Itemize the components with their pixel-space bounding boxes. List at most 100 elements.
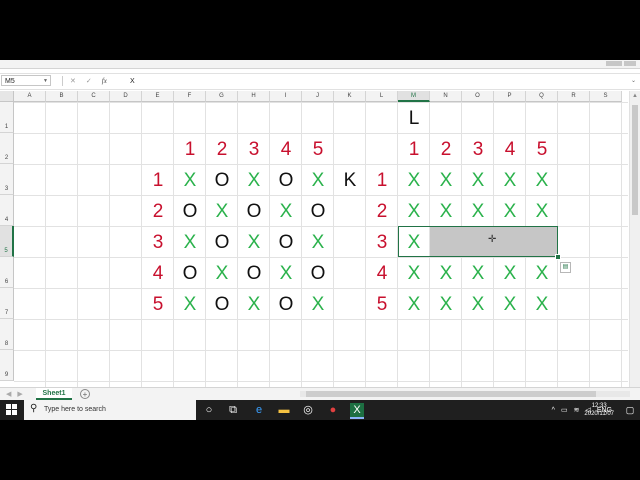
column-header[interactable]: G [206, 91, 238, 102]
left-table-cell[interactable]: X [174, 288, 206, 319]
column-header[interactable]: K [334, 91, 366, 102]
right-table-cell[interactable]: X [526, 195, 558, 226]
task-view-icon[interactable]: ⧉ [226, 403, 240, 417]
ribbon-option-icon[interactable] [606, 61, 622, 66]
left-table-cell[interactable]: O [302, 195, 334, 226]
cells-area[interactable]: XXXXXXXXXXXXXXXXXXXXXXXXX5432154321LKXOX… [14, 102, 628, 412]
right-table-cell[interactable]: X [398, 195, 430, 226]
left-table-cell[interactable]: X [302, 226, 334, 257]
left-table-cell[interactable]: X [238, 164, 270, 195]
right-table-cell[interactable]: X [526, 257, 558, 288]
left-header-cell[interactable]: 1 [174, 133, 206, 164]
right-row-label[interactable]: 5 [366, 288, 398, 319]
right-title-cell[interactable]: L [398, 102, 430, 133]
expand-formula-icon[interactable]: ⌄ [631, 76, 636, 87]
right-header-cell[interactable]: 1 [398, 133, 430, 164]
name-box[interactable]: M5 ▼ [1, 75, 51, 86]
notification-icon[interactable]: ▢ [624, 404, 636, 416]
right-table-cell[interactable]: X [398, 288, 430, 319]
left-header-cell[interactable]: 3 [238, 133, 270, 164]
column-header[interactable]: M [398, 91, 430, 102]
left-table-cell[interactable]: O [270, 288, 302, 319]
column-header[interactable]: E [142, 91, 174, 102]
right-table-cell[interactable]: X [430, 164, 462, 195]
row-header[interactable]: 8 [0, 319, 14, 350]
sheet-tab[interactable]: Sheet1 [36, 388, 72, 400]
left-header-cell[interactable]: 4 [270, 133, 302, 164]
right-table-cell[interactable]: X [462, 288, 494, 319]
column-header[interactable]: L [366, 91, 398, 102]
right-table-cell[interactable]: X [462, 164, 494, 195]
insert-function-icon[interactable]: fx [102, 76, 107, 87]
cortana-icon[interactable]: ○ [202, 403, 216, 417]
right-header-cell[interactable]: 5 [526, 133, 558, 164]
right-table-cell[interactable]: X [494, 288, 526, 319]
right-table-cell[interactable]: X [398, 257, 430, 288]
left-header-cell[interactable]: 5 [302, 133, 334, 164]
app-icon-2[interactable]: ● [326, 403, 340, 417]
left-table-cell[interactable]: O [270, 164, 302, 195]
network-icon[interactable]: ▭ [561, 406, 568, 414]
column-header[interactable]: I [270, 91, 302, 102]
ribbon-collapse-icon[interactable] [624, 61, 636, 66]
row-header[interactable]: 6 [0, 257, 14, 288]
left-table-cell[interactable]: O [238, 195, 270, 226]
selection-range[interactable] [398, 226, 558, 257]
wifi-icon[interactable]: ≋ [574, 406, 580, 414]
right-table-cell[interactable]: X [462, 195, 494, 226]
fill-handle[interactable] [555, 254, 561, 260]
column-header[interactable]: D [110, 91, 142, 102]
file-explorer-icon[interactable]: ▬ [277, 403, 291, 417]
row-header[interactable]: 1 [0, 102, 14, 133]
select-all-corner[interactable] [0, 91, 14, 102]
left-table-cell[interactable]: X [302, 288, 334, 319]
left-table-cell[interactable]: O [174, 257, 206, 288]
column-header[interactable]: P [494, 91, 526, 102]
right-table-cell[interactable]: X [430, 257, 462, 288]
row-header[interactable]: 7 [0, 288, 14, 319]
right-row-label[interactable]: 1 [366, 164, 398, 195]
right-row-label[interactable]: 3 [366, 226, 398, 257]
taskbar-search[interactable]: ⚲ Type here to search [24, 400, 196, 420]
left-table-cell[interactable]: O [270, 226, 302, 257]
column-header[interactable]: S [590, 91, 622, 102]
show-hidden-icon[interactable]: ^ [552, 407, 555, 414]
left-table-cell[interactable]: X [270, 257, 302, 288]
quick-analysis-icon[interactable]: ▤ [560, 262, 571, 273]
left-table-cell[interactable]: X [174, 164, 206, 195]
left-table-cell[interactable]: X [206, 257, 238, 288]
right-table-cell[interactable]: X [526, 288, 558, 319]
scroll-up-icon[interactable]: ▲ [630, 93, 640, 99]
right-header-cell[interactable]: 2 [430, 133, 462, 164]
left-table-cell[interactable]: O [238, 257, 270, 288]
column-header[interactable]: O [462, 91, 494, 102]
left-header-cell[interactable]: 2 [206, 133, 238, 164]
right-table-cell[interactable]: X [494, 164, 526, 195]
right-table-cell[interactable]: X [494, 257, 526, 288]
right-table-cell[interactable]: X [430, 288, 462, 319]
column-header[interactable]: N [430, 91, 462, 102]
left-table-cell[interactable]: X [174, 226, 206, 257]
enter-icon[interactable]: ✓ [86, 76, 92, 87]
add-sheet-icon[interactable]: + [80, 389, 90, 399]
row-header[interactable]: 3 [0, 164, 14, 195]
column-header[interactable]: J [302, 91, 334, 102]
chevron-down-icon[interactable]: ▼ [43, 76, 48, 87]
column-header[interactable]: Q [526, 91, 558, 102]
left-table-cell[interactable]: O [206, 288, 238, 319]
column-header[interactable]: C [78, 91, 110, 102]
left-table-cell[interactable]: O [206, 164, 238, 195]
sheet-nav-arrows[interactable]: ◀▶ [6, 389, 29, 400]
row-header[interactable]: 4 [0, 195, 14, 226]
app-icon-1[interactable]: ◎ [301, 403, 315, 417]
left-table-cell[interactable]: X [206, 195, 238, 226]
windows-start-icon[interactable] [6, 404, 18, 416]
column-header[interactable]: F [174, 91, 206, 102]
formula-input[interactable]: X [130, 76, 135, 87]
horizontal-scrollbar[interactable] [300, 391, 630, 397]
left-row-label[interactable]: 1 [142, 164, 174, 195]
left-row-label[interactable]: 5 [142, 288, 174, 319]
clock[interactable]: 12:33 2020/11/07 [584, 402, 614, 418]
left-row-label[interactable]: 4 [142, 257, 174, 288]
left-table-cell[interactable]: X [238, 226, 270, 257]
